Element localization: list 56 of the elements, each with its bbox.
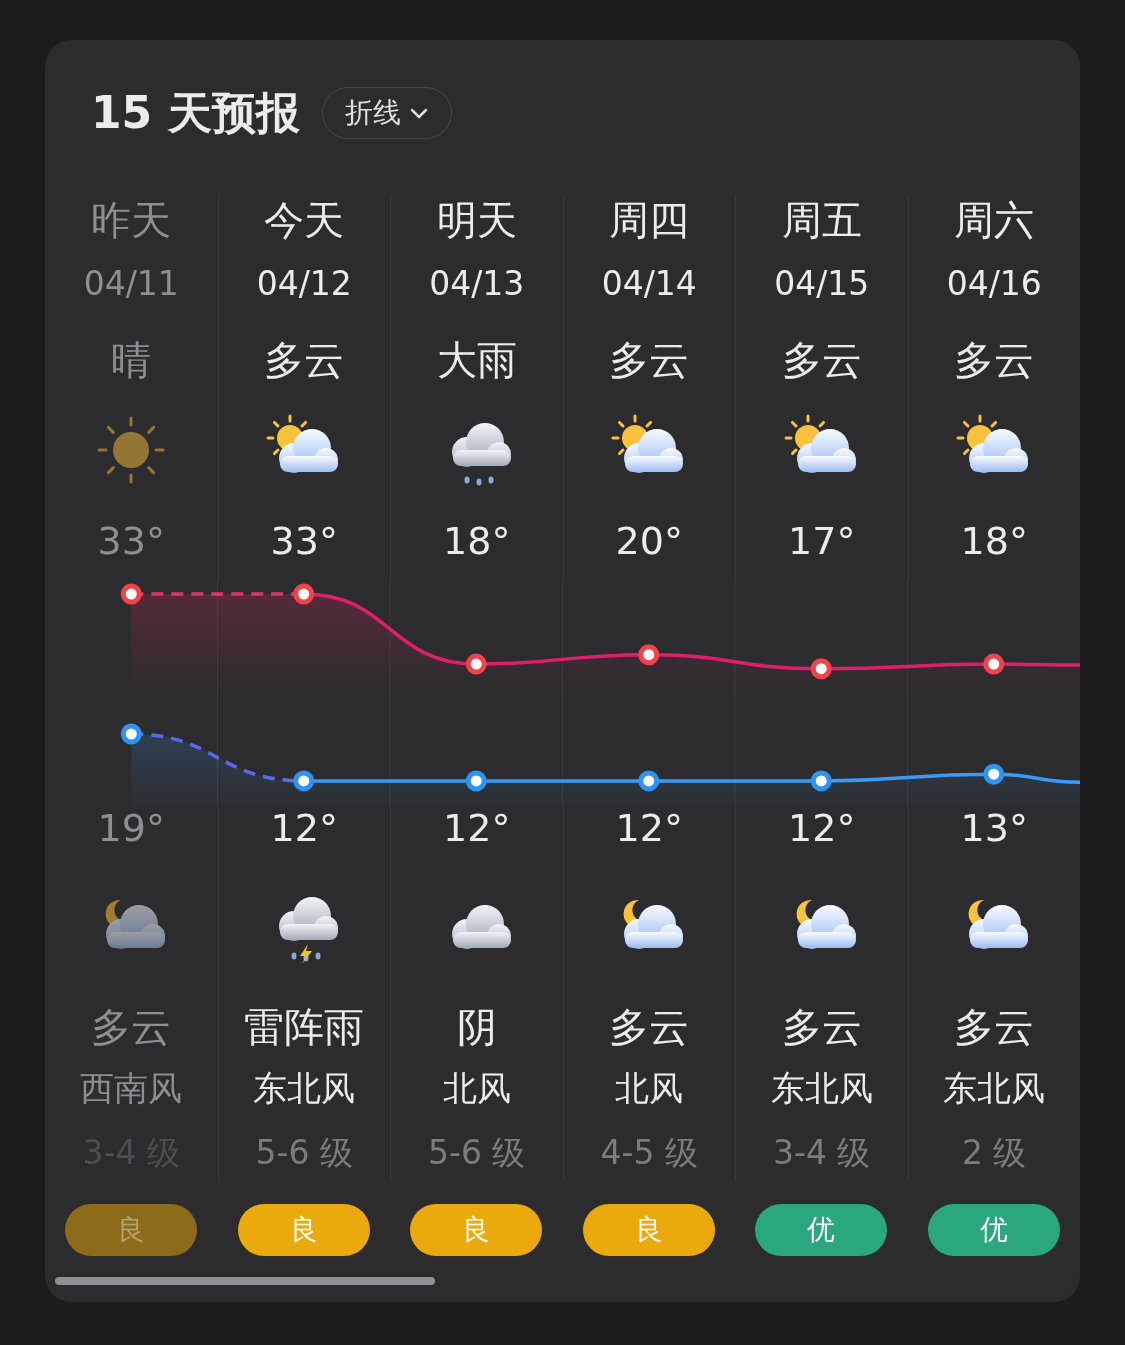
wind-direction: 西南风 [80,1066,183,1110]
air-quality-badge: 良 [410,1204,543,1256]
day-name: 明天 [436,195,517,245]
night-condition: 多云 [954,1003,1035,1051]
high-temperature: 17° [788,518,856,565]
air-quality-badge: 良 [65,1204,198,1256]
night-condition: 多云 [91,1003,172,1051]
low-temperature: 12° [443,807,511,849]
high-temperature: 18° [960,518,1028,565]
air-quality-badge: 优 [927,1204,1060,1256]
low-temperature: 13° [960,807,1028,849]
night-condition: 雷阵雨 [244,1003,365,1051]
wind-level: 4-5 级 [600,1132,698,1174]
wind-direction: 北风 [615,1066,684,1110]
day-name: 周五 [781,195,862,245]
night-condition: 阴 [456,1003,497,1051]
low-temperature: 12° [788,807,856,849]
air-quality-badge: 优 [755,1204,888,1256]
day-date: 04/14 [601,262,697,305]
day-name: 今天 [264,195,345,245]
low-temperature: 19° [97,807,165,849]
wind-level: 5-6 级 [255,1132,353,1174]
day-condition: 多云 [954,335,1035,385]
high-temperature: 33° [97,518,165,565]
high-temperature: 33° [270,518,338,565]
scrollbar[interactable] [55,1277,435,1285]
day-name: 周四 [609,195,690,245]
chevron-down-icon [408,106,429,120]
night-condition: 多云 [609,1003,690,1051]
day-date: 04/15 [774,262,870,305]
day-condition: 多云 [609,335,690,385]
high-temperature: 20° [615,518,683,565]
high-temperature: 18° [443,518,511,565]
low-temperature: 12° [270,807,338,849]
day-condition: 多云 [264,335,345,385]
night-condition: 多云 [781,1003,862,1051]
wind-level: 3-4 级 [773,1132,871,1174]
day-name: 周六 [954,195,1035,245]
day-name: 昨天 [91,195,172,245]
air-quality-badge: 良 [582,1204,715,1256]
wind-direction: 东北风 [253,1066,356,1110]
day-condition: 大雨 [436,335,517,385]
day-condition: 晴 [111,335,152,385]
wind-direction: 东北风 [943,1066,1046,1110]
wind-level: 5-6 级 [428,1132,526,1174]
day-date: 04/12 [256,262,352,305]
day-date: 04/13 [429,262,525,305]
day-condition: 多云 [781,335,862,385]
air-quality-badge: 良 [237,1204,370,1256]
wind-level: 2 级 [962,1132,1027,1174]
low-temperature: 12° [615,807,683,849]
wind-direction: 北风 [442,1066,511,1110]
forecast-title: 15 天预报 [91,85,300,140]
day-date: 04/16 [946,262,1042,305]
day-date: 04/11 [83,262,179,305]
wind-direction: 东北风 [770,1066,873,1110]
